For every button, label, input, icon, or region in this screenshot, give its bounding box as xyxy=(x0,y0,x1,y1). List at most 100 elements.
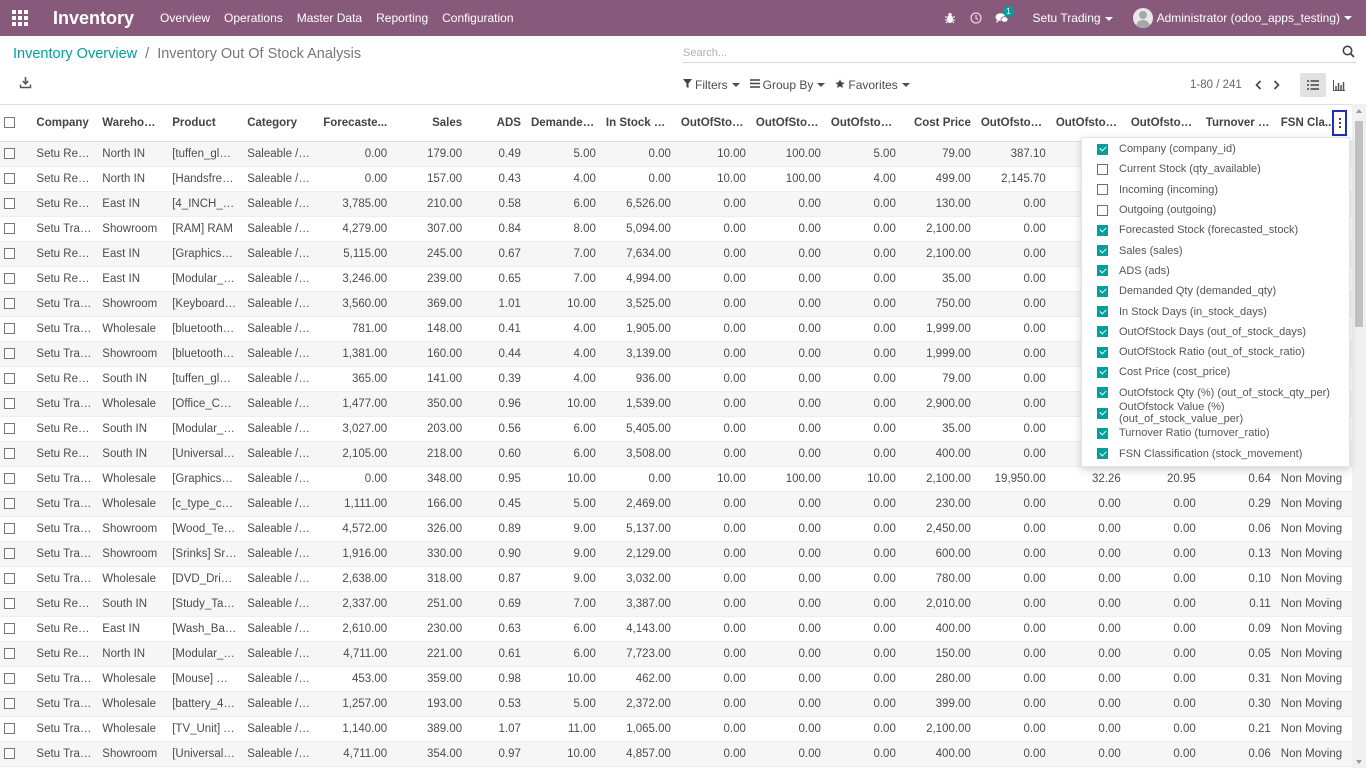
optional-column-item[interactable]: Demanded Qty (demanded_qty) xyxy=(1082,281,1349,301)
download-icon[interactable] xyxy=(19,76,33,90)
checked-checkbox[interactable] xyxy=(1097,306,1108,318)
chat-icon[interactable]: 1 xyxy=(989,0,1015,36)
optional-column-item[interactable]: OutOfStock Days (out_of_stock_days) xyxy=(1082,322,1349,342)
column-header-4[interactable]: Category xyxy=(243,105,319,142)
table-row[interactable]: Setu Retail North IN [Modular_S... Saleable… xyxy=(0,641,1352,666)
table-row[interactable]: Setu Trading Wholesale [Graphics_C... Salea… xyxy=(0,466,1352,491)
row-checkbox[interactable] xyxy=(4,447,15,459)
menu-master-data[interactable]: Master Data xyxy=(297,11,362,25)
table-row[interactable]: Setu Retail South IN [Study_Table... Saleab… xyxy=(0,591,1352,616)
row-checkbox[interactable] xyxy=(4,147,15,159)
column-header-11[interactable]: OutOfStoc... xyxy=(751,105,827,142)
graph-view-icon[interactable] xyxy=(1326,73,1352,97)
table-row[interactable]: Setu Trading Wholesale [Mouse] Mo... Saleab… xyxy=(0,666,1352,691)
row-checkbox[interactable] xyxy=(4,322,15,334)
table-row[interactable]: Setu Trading Showroom [Srinks] Srinks Salea… xyxy=(0,541,1352,566)
unchecked-checkbox[interactable] xyxy=(1097,163,1108,175)
row-checkbox[interactable] xyxy=(4,297,15,309)
menu-operations[interactable]: Operations xyxy=(224,11,283,25)
list-view-icon[interactable] xyxy=(1300,73,1326,97)
row-checkbox[interactable] xyxy=(4,622,15,634)
table-row[interactable]: Setu Retail East IN [Wash_Basin... Saleable… xyxy=(0,616,1352,641)
apps-menu-button[interactable] xyxy=(0,0,40,36)
select-all-checkbox[interactable] xyxy=(4,117,15,129)
row-checkbox[interactable] xyxy=(4,397,15,409)
breadcrumb-parent[interactable]: Inventory Overview xyxy=(13,46,137,62)
vertical-scrollbar[interactable] xyxy=(1352,104,1366,768)
favorites-button[interactable]: Favorites xyxy=(835,78,910,92)
row-checkbox[interactable] xyxy=(4,722,15,734)
row-checkbox[interactable] xyxy=(4,522,15,534)
pager-previous-icon[interactable] xyxy=(1250,78,1268,92)
checked-checkbox[interactable] xyxy=(1097,346,1108,358)
optional-column-item[interactable]: Forecasted Stock (forecasted_stock) xyxy=(1082,220,1349,240)
optional-columns-icon[interactable] xyxy=(1332,110,1347,136)
checked-checkbox[interactable] xyxy=(1097,285,1108,297)
table-row[interactable]: Setu Trading Showroom [Universal_C... Salea… xyxy=(0,741,1352,766)
row-checkbox[interactable] xyxy=(4,222,15,234)
column-header-10[interactable]: OutOfStoc... xyxy=(676,105,752,142)
row-checkbox[interactable] xyxy=(4,672,15,684)
checked-checkbox[interactable] xyxy=(1097,366,1108,378)
checked-checkbox[interactable] xyxy=(1097,143,1108,155)
column-header-9[interactable]: In Stock D... xyxy=(601,105,677,142)
optional-column-item[interactable]: Incoming (incoming) xyxy=(1082,180,1349,200)
row-checkbox[interactable] xyxy=(4,547,15,559)
clock-icon[interactable] xyxy=(963,0,989,36)
column-header-6[interactable]: Sales xyxy=(393,105,469,142)
column-header-13[interactable]: Cost Price xyxy=(901,105,977,142)
column-header-2[interactable]: Warehouse xyxy=(98,105,169,142)
row-checkbox[interactable] xyxy=(4,497,15,509)
optional-column-item[interactable]: FSN Classification (stock_movement) xyxy=(1082,443,1349,463)
row-checkbox[interactable] xyxy=(4,747,15,759)
table-row[interactable]: Setu Trading Showroom [Wood_Tem... Saleable… xyxy=(0,516,1352,541)
row-checkbox[interactable] xyxy=(4,347,15,359)
pager-next-icon[interactable] xyxy=(1268,78,1286,92)
checked-checkbox[interactable] xyxy=(1097,265,1108,277)
row-checkbox[interactable] xyxy=(4,197,15,209)
checked-checkbox[interactable] xyxy=(1097,245,1108,257)
company-switcher[interactable]: Setu Trading xyxy=(1033,11,1113,25)
column-header-1[interactable]: Company xyxy=(32,105,99,142)
menu-reporting[interactable]: Reporting xyxy=(376,11,428,25)
user-menu[interactable]: Administrator (odoo_apps_testing) xyxy=(1132,8,1352,28)
row-checkbox[interactable] xyxy=(4,647,15,659)
bug-icon[interactable] xyxy=(937,0,963,36)
optional-column-item[interactable]: In Stock Days (in_stock_days) xyxy=(1082,301,1349,321)
checked-checkbox[interactable] xyxy=(1097,326,1108,338)
row-checkbox[interactable] xyxy=(4,172,15,184)
search-icon[interactable] xyxy=(1342,45,1356,59)
table-row[interactable]: Setu Trading Wholesale [c_type_char... Sale… xyxy=(0,491,1352,516)
row-checkbox[interactable] xyxy=(4,597,15,609)
unchecked-checkbox[interactable] xyxy=(1097,204,1108,216)
menu-configuration[interactable]: Configuration xyxy=(442,11,513,25)
column-header-3[interactable]: Product xyxy=(168,105,244,142)
optional-column-item[interactable]: OutOfstock Qty (%) (out_of_stock_qty_per… xyxy=(1082,383,1349,403)
column-header-12[interactable]: OutOfstoc... xyxy=(826,105,902,142)
column-header-5[interactable]: Forecaste... xyxy=(318,105,394,142)
row-checkbox[interactable] xyxy=(4,272,15,284)
optional-column-item[interactable]: OutOfstock Value (%) (out_of_stock_value… xyxy=(1082,401,1349,425)
checked-checkbox[interactable] xyxy=(1097,224,1108,236)
checked-checkbox[interactable] xyxy=(1097,387,1108,399)
optional-column-item[interactable]: Outgoing (outgoing) xyxy=(1082,200,1349,220)
group-by-button[interactable]: Group By xyxy=(749,78,826,92)
column-header-8[interactable]: Demanded... xyxy=(526,105,602,142)
table-row[interactable]: Setu Trading Wholesale [TV_Unit] TV ... Sal… xyxy=(0,716,1352,741)
checked-checkbox[interactable] xyxy=(1097,448,1108,460)
row-checkbox[interactable] xyxy=(4,372,15,384)
optional-column-item[interactable]: Current Stock (qty_available) xyxy=(1082,159,1349,179)
table-row[interactable]: Setu Trading Wholesale [DVD_Drive] ... Sale… xyxy=(0,566,1352,591)
table-row[interactable]: Setu Trading Wholesale [battery_400... Sale… xyxy=(0,691,1352,716)
app-name[interactable]: Inventory xyxy=(53,8,134,29)
search-input[interactable] xyxy=(683,44,1323,62)
unchecked-checkbox[interactable] xyxy=(1097,184,1108,196)
checked-checkbox[interactable] xyxy=(1097,407,1108,419)
row-checkbox[interactable] xyxy=(4,472,15,484)
column-header-15[interactable]: OutOfstoc... xyxy=(1051,105,1127,142)
optional-column-item[interactable]: Cost Price (cost_price) xyxy=(1082,362,1349,382)
scroll-thumb[interactable] xyxy=(1355,121,1363,327)
scroll-down-icon[interactable] xyxy=(1356,760,1362,764)
row-checkbox[interactable] xyxy=(4,247,15,259)
row-checkbox[interactable] xyxy=(4,697,15,709)
